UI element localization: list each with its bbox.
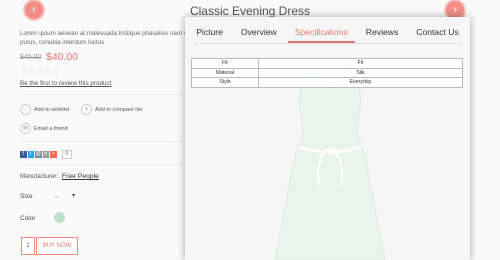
star-icon[interactable]: ☆: [20, 68, 27, 76]
quantity-input[interactable]: 1: [21, 237, 35, 255]
tab-picture[interactable]: Picture: [187, 17, 232, 43]
divider: [20, 94, 190, 95]
table-row: Style Everyday: [191, 77, 463, 88]
email-label: Email a friend: [34, 125, 68, 132]
compare-label: Add to compare list: [95, 106, 143, 113]
star-icon[interactable]: ☆: [28, 68, 35, 76]
color-swatch[interactable]: [54, 212, 65, 223]
chevron-down-icon[interactable]: ▾: [72, 192, 75, 199]
spec-value: Everyday: [258, 77, 463, 88]
star-icon[interactable]: ☆: [36, 68, 43, 76]
tab-overview[interactable]: Overview: [232, 17, 286, 43]
spec-key: Material: [191, 67, 259, 78]
tab-contact-us[interactable]: Contact Us: [407, 17, 468, 43]
add-to-compare-button[interactable]: + Add to compare list: [81, 104, 142, 115]
wishlist-label: Add to wishlist: [34, 106, 70, 113]
print-icon[interactable]: p: [42, 151, 49, 158]
size-label: Size: [20, 193, 33, 200]
spec-key: Fit: [191, 58, 259, 69]
divider: [20, 141, 190, 142]
table-row: Material Silk: [191, 67, 463, 78]
star-icon[interactable]: ☆: [45, 68, 52, 76]
product-info-panel: Picture Overview Specifications Reviews …: [185, 17, 470, 260]
size-select[interactable]: ...: [54, 193, 59, 199]
star-icon[interactable]: ☆: [53, 68, 60, 76]
share-count: 0: [61, 150, 73, 159]
social-share-bar: f t @ p + 0: [20, 150, 73, 159]
manufacturer-link[interactable]: Free People: [62, 173, 99, 180]
product-title: Classic Evening Dress: [189, 4, 311, 18]
old-price: $45.00: [20, 54, 42, 61]
spec-key: Style: [191, 77, 259, 88]
divider: [20, 164, 190, 165]
envelope-icon: ✉: [20, 123, 31, 134]
more-share-icon[interactable]: +: [50, 151, 57, 158]
product-description: Lorem ipsum aenean at malesuada tristiqu…: [20, 30, 190, 46]
email-friend-button[interactable]: ✉ Email a friend: [20, 123, 68, 134]
facebook-icon[interactable]: f: [20, 151, 27, 158]
tab-bar: Picture Overview Specifications Reviews …: [185, 17, 470, 43]
new-price: $40.00: [46, 51, 79, 63]
email-share-icon[interactable]: @: [35, 151, 42, 158]
compare-icon: +: [81, 104, 92, 115]
manufacturer-label: Manufacturer:: [20, 173, 59, 180]
spec-value: Fit: [258, 58, 463, 69]
spec-value: Silk: [258, 67, 463, 78]
add-to-wishlist-button[interactable]: ♡ Add to wishlist: [20, 104, 69, 115]
review-link[interactable]: Be the first to review this product: [20, 80, 111, 87]
table-row: Fit Fit: [191, 58, 463, 69]
buy-now-button[interactable]: BUY NOW: [36, 237, 78, 255]
tab-specifications[interactable]: Specifications: [286, 17, 357, 43]
twitter-icon[interactable]: t: [27, 151, 34, 158]
tab-reviews[interactable]: Reviews: [357, 17, 407, 43]
specifications-table: Fit Fit Material Silk Style Everyday: [191, 58, 463, 88]
manufacturer-row: Manufacturer: Free People: [20, 173, 99, 180]
rating-stars[interactable]: ☆ ☆ ☆ ☆ ☆: [20, 68, 60, 76]
color-label: Color: [20, 215, 36, 222]
heart-icon: ♡: [20, 104, 31, 115]
tab-divider: [194, 43, 461, 44]
